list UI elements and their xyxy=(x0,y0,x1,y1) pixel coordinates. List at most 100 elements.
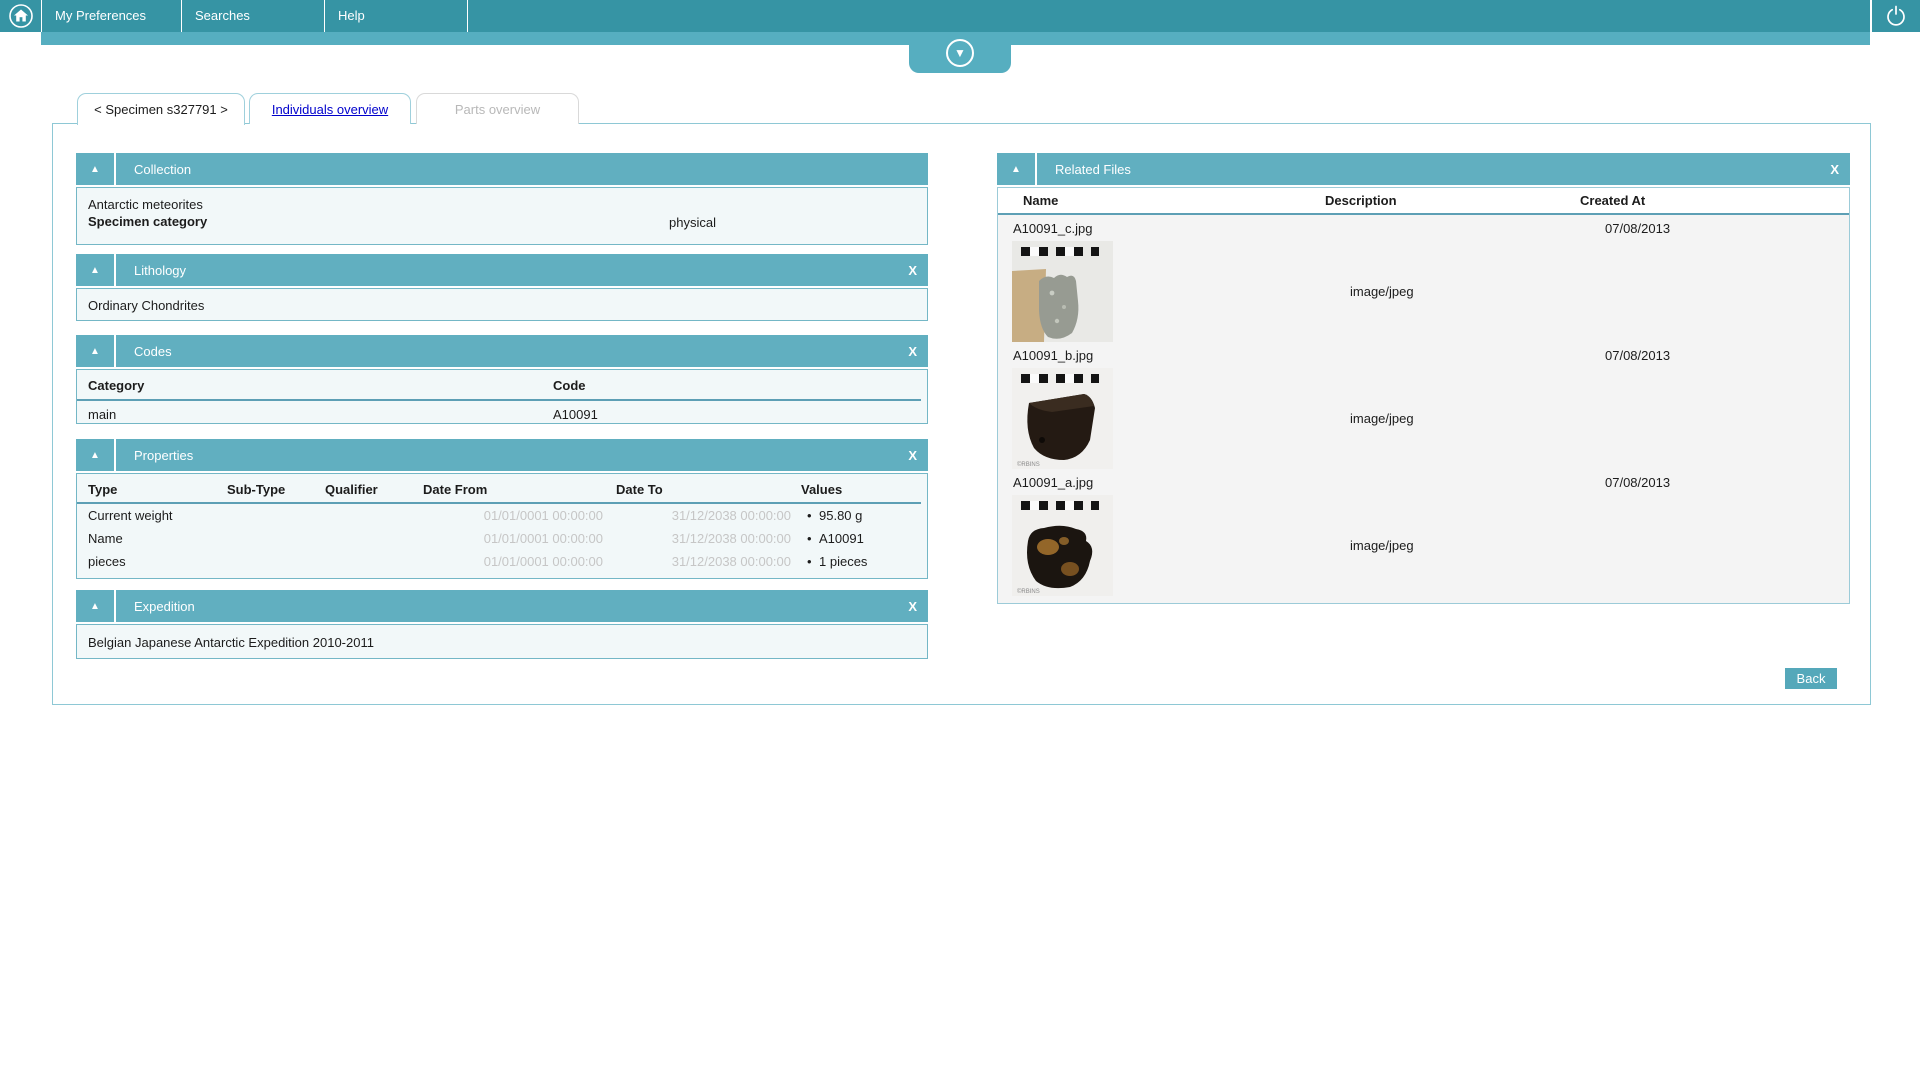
file-created-at: 07/08/2013 xyxy=(1605,475,1849,490)
file-created-at: 07/08/2013 xyxy=(1605,348,1849,363)
file-image-row: ©RBINS image/jpeg xyxy=(998,368,1849,469)
properties-qualifier-header: Qualifier xyxy=(325,482,423,497)
codes-panel-title: Codes xyxy=(134,344,172,359)
expedition-collapse-button[interactable]: ▲ xyxy=(76,590,116,622)
top-nav-bar: My Preferences Searches Help xyxy=(0,0,1870,32)
bullet-icon: • xyxy=(807,508,819,523)
codes-collapse-button[interactable]: ▲ xyxy=(76,335,116,367)
collection-panel-body: Antarctic meteorites Specimen category p… xyxy=(76,187,928,245)
property-date-to: 31/12/2038 00:00:00 xyxy=(603,554,791,569)
file-name: A10091_b.jpg xyxy=(1013,348,1350,363)
property-type: Current weight xyxy=(77,508,227,523)
file-created-spacer xyxy=(1605,368,1849,469)
codes-panel-body: Category Code main A10091 xyxy=(76,369,928,424)
properties-values-header: Values xyxy=(791,482,921,497)
code-category-value: main xyxy=(77,407,553,422)
tab-parts-overview-label: Parts overview xyxy=(455,102,540,117)
properties-subtype-header: Sub-Type xyxy=(227,482,325,497)
lithology-panel-title: Lithology xyxy=(134,263,186,278)
code-value: A10091 xyxy=(553,407,927,422)
table-row: A10091_c.jpg 07/08/2013 xyxy=(998,215,1849,241)
expedition-value: Belgian Japanese Antarctic Expedition 20… xyxy=(77,625,927,650)
properties-dateto-header: Date To xyxy=(603,482,791,497)
table-row: main A10091 xyxy=(77,401,927,422)
file-image-row: ©RBINS image/jpeg xyxy=(998,495,1849,596)
specimen-category-value: physical xyxy=(669,215,716,230)
codes-close-button[interactable]: X xyxy=(908,344,928,359)
related-files-name-header: Name xyxy=(998,193,1325,208)
specimen-category-label: Specimen category xyxy=(77,212,927,229)
nav-item-searches[interactable]: Searches xyxy=(182,0,325,32)
collection-panel-title: Collection xyxy=(134,162,191,177)
file-created-spacer xyxy=(1605,495,1849,596)
codes-category-header: Category xyxy=(77,378,553,393)
related-files-panel-title: Related Files xyxy=(1055,162,1131,177)
back-button[interactable]: Back xyxy=(1785,668,1837,689)
properties-close-button[interactable]: X xyxy=(908,448,928,463)
nav-item-my-preferences[interactable]: My Preferences xyxy=(42,0,182,32)
related-files-panel-header: ▲ Related Files X xyxy=(997,153,1850,185)
close-icon: X xyxy=(908,448,917,463)
lithology-panel-body: Ordinary Chondrites xyxy=(76,288,928,321)
table-row: A10091_a.jpg 07/08/2013 xyxy=(998,469,1849,495)
expand-menu-button[interactable]: ▼ xyxy=(909,32,1011,73)
home-icon xyxy=(8,3,34,29)
lithology-close-button[interactable]: X xyxy=(908,263,928,278)
expedition-close-button[interactable]: X xyxy=(908,599,928,614)
related-files-description-header: Description xyxy=(1325,193,1580,208)
collapse-icon: ▲ xyxy=(90,450,100,461)
tab-specimen-label: < Specimen s327791 > xyxy=(94,102,228,117)
tab-parts-overview: Parts overview xyxy=(416,93,579,124)
logout-button[interactable] xyxy=(1872,0,1920,32)
table-row: Name 01/01/0001 00:00:00 31/12/2038 00:0… xyxy=(77,527,927,550)
file-thumbnail-meteorite-b[interactable]: ©RBINS xyxy=(1012,368,1113,469)
file-created-at: 07/08/2013 xyxy=(1605,221,1849,236)
properties-panel-header: ▲ Properties X xyxy=(76,439,928,471)
property-date-to: 31/12/2038 00:00:00 xyxy=(603,508,791,523)
collapse-icon: ▲ xyxy=(90,346,100,357)
collection-panel-header: ▲ Collection xyxy=(76,153,928,185)
codes-panel-header: ▲ Codes X xyxy=(76,335,928,367)
home-button[interactable] xyxy=(0,0,42,32)
lithology-panel-header: ▲ Lithology X xyxy=(76,254,928,286)
close-icon: X xyxy=(908,599,917,614)
specimen-detail-page: My Preferences Searches Help ▼ < Specime… xyxy=(0,0,1920,1080)
file-thumbnail-meteorite-a[interactable]: ©RBINS xyxy=(1012,495,1113,596)
properties-table-header: Type Sub-Type Qualifier Date From Date T… xyxy=(77,474,921,504)
expedition-panel-title: Expedition xyxy=(134,599,195,614)
properties-panel-title: Properties xyxy=(134,448,193,463)
related-files-close-button[interactable]: X xyxy=(1830,162,1850,177)
properties-datefrom-header: Date From xyxy=(423,482,603,497)
close-icon: X xyxy=(1830,162,1839,177)
property-date-from: 01/01/0001 00:00:00 xyxy=(423,531,603,546)
file-thumbnail-meteorite-c[interactable] xyxy=(1012,241,1113,342)
collection-collapse-button[interactable]: ▲ xyxy=(76,153,116,185)
properties-collapse-button[interactable]: ▲ xyxy=(76,439,116,471)
property-date-from: 01/01/0001 00:00:00 xyxy=(423,508,603,523)
properties-panel-body: Type Sub-Type Qualifier Date From Date T… xyxy=(76,473,928,579)
related-files-table-header: Name Description Created At xyxy=(998,188,1849,215)
codes-code-header: Code xyxy=(553,378,921,393)
file-created-spacer xyxy=(1605,241,1849,342)
close-icon: X xyxy=(908,263,917,278)
tab-individuals-overview[interactable]: Individuals overview xyxy=(249,93,411,124)
related-files-collapse-button[interactable]: ▲ xyxy=(997,153,1037,185)
bullet-icon: • xyxy=(807,554,819,569)
properties-type-header: Type xyxy=(77,482,227,497)
bullet-icon: • xyxy=(807,531,819,546)
chevron-down-icon: ▼ xyxy=(946,39,974,67)
lithology-collapse-button[interactable]: ▲ xyxy=(76,254,116,286)
file-name: A10091_c.jpg xyxy=(1013,221,1350,236)
nav-item-help[interactable]: Help xyxy=(325,0,468,32)
file-description: image/jpeg xyxy=(1350,368,1605,469)
file-image-row: image/jpeg xyxy=(998,241,1849,342)
property-type: Name xyxy=(77,531,227,546)
collection-name: Antarctic meteorites xyxy=(77,188,927,212)
lithology-value: Ordinary Chondrites xyxy=(77,289,927,313)
property-date-to: 31/12/2038 00:00:00 xyxy=(603,531,791,546)
collapse-icon: ▲ xyxy=(90,601,100,612)
file-name: A10091_a.jpg xyxy=(1013,475,1350,490)
collapse-icon: ▲ xyxy=(90,164,100,175)
tab-specimen[interactable]: < Specimen s327791 > xyxy=(77,93,245,125)
svg-text:©RBINS: ©RBINS xyxy=(1017,461,1040,468)
